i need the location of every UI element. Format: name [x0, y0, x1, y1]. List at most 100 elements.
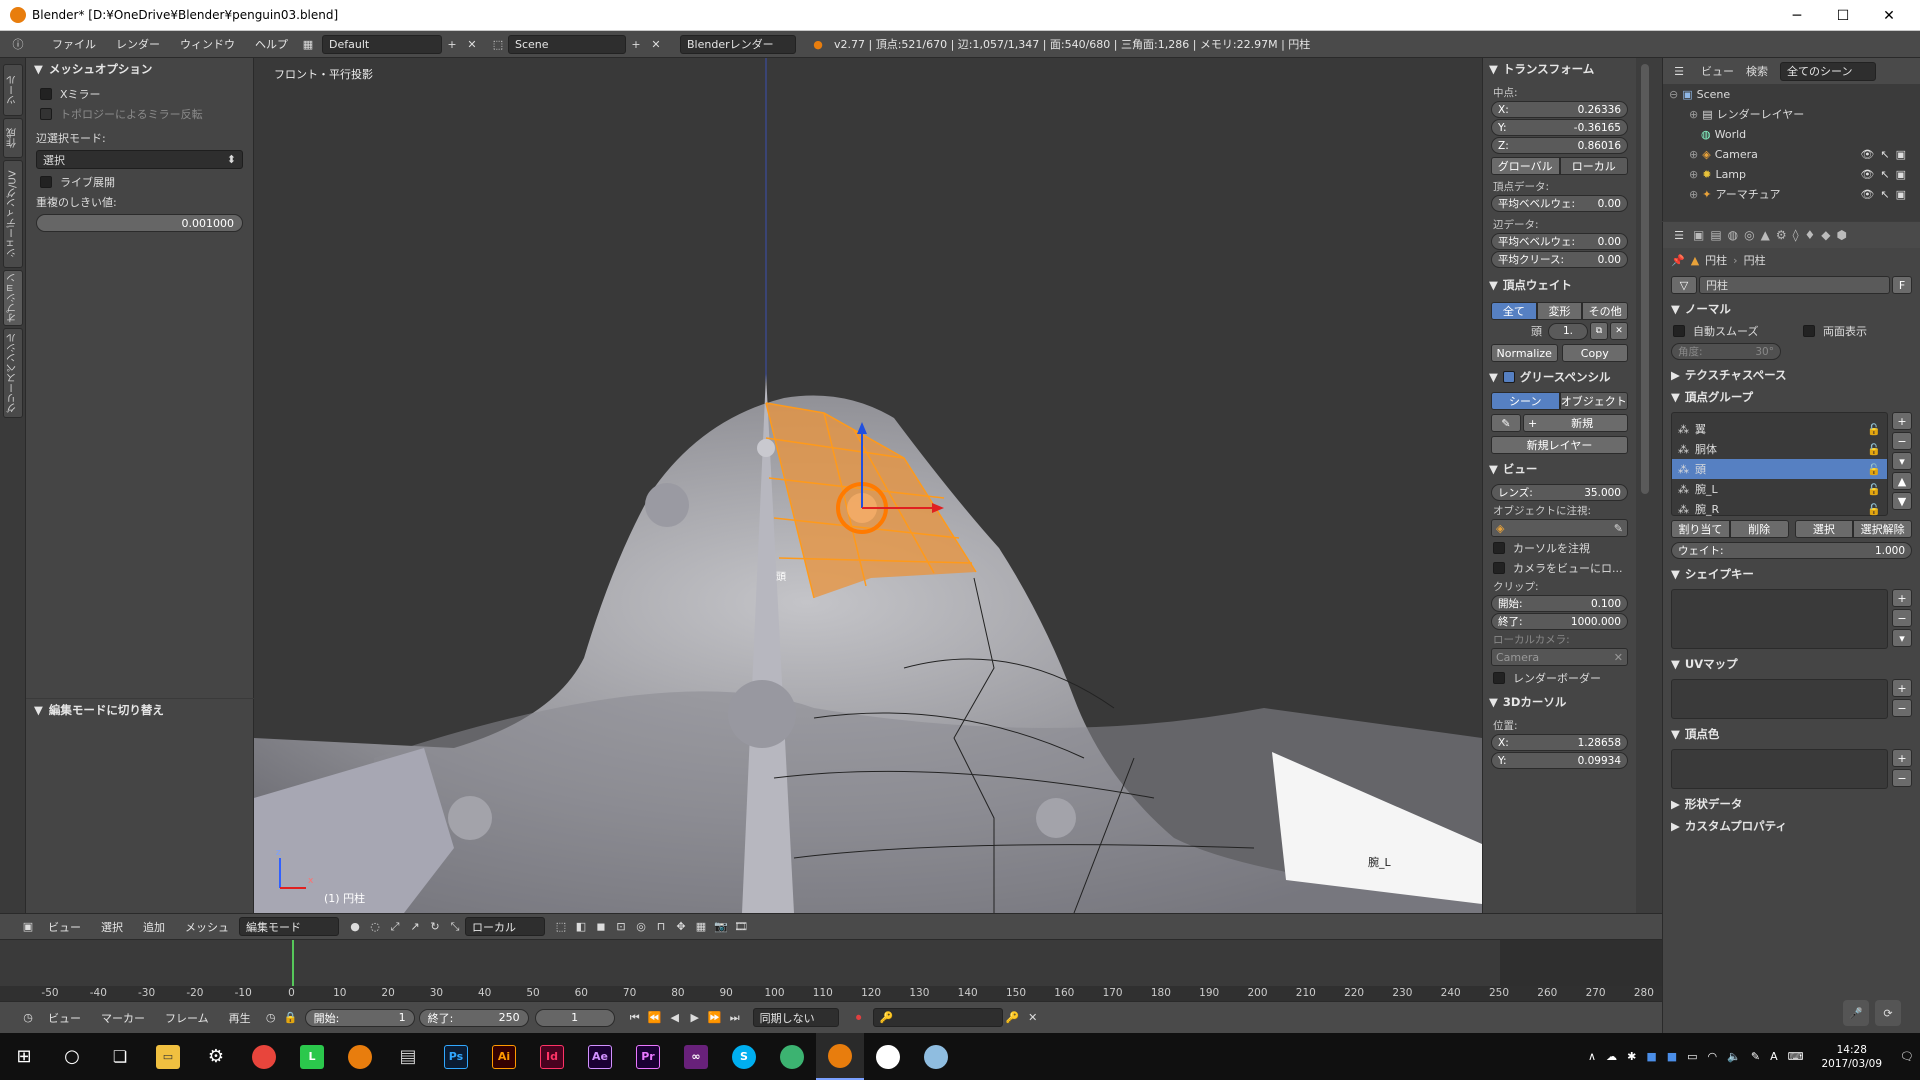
start-frame-field[interactable]: 開始: 1: [304, 1008, 415, 1027]
chrome-icon[interactable]: [240, 1033, 288, 1080]
global-button[interactable]: グローバル: [1491, 157, 1560, 175]
add-vertex-group-button[interactable]: +: [1892, 412, 1912, 430]
close-button[interactable]: ✕: [1866, 0, 1912, 31]
weights-other-tab[interactable]: その他: [1582, 302, 1629, 320]
vertex-groups-header[interactable]: ▼ 頂点グループ: [1663, 386, 1920, 408]
add-shape-key-button[interactable]: +: [1892, 589, 1912, 607]
add-menu[interactable]: 追加: [133, 919, 175, 935]
render-preview-icon[interactable]: 📷: [711, 917, 731, 936]
globe-app-icon[interactable]: [768, 1033, 816, 1080]
shape-keys-list[interactable]: [1671, 589, 1888, 649]
maximize-button[interactable]: ☐: [1820, 0, 1866, 31]
delete-keyframe-icon[interactable]: ✕: [1023, 1008, 1043, 1027]
weight-copy-icon[interactable]: ⧉: [1590, 322, 1608, 340]
lock-object-field[interactable]: ◈ ✎: [1491, 519, 1628, 537]
preview-range-icon[interactable]: ◷: [261, 1008, 281, 1027]
sync-dropdown[interactable]: 同期しない: [752, 1008, 839, 1027]
grease-pencil-header[interactable]: ▼ グリースペンシル: [1483, 366, 1636, 388]
weight-delete-icon[interactable]: ✕: [1610, 322, 1628, 340]
mode-dropdown[interactable]: 編集モード: [239, 917, 339, 936]
tray-app-icon[interactable]: ■: [1667, 1050, 1677, 1063]
outliner-filter-dropdown[interactable]: 全てのシーン: [1780, 61, 1876, 81]
geometry-data-header[interactable]: ▶ 形状データ: [1663, 793, 1920, 815]
grease-scene-tab[interactable]: シーン: [1491, 392, 1560, 410]
outliner-row-scene[interactable]: ⊖ ▣ Scene: [1663, 84, 1920, 104]
move-down-button[interactable]: ▼: [1892, 492, 1912, 510]
minimize-button[interactable]: ─: [1774, 0, 1820, 31]
screen-layout-dropdown[interactable]: Default: [322, 34, 442, 54]
after-effects-icon[interactable]: Ae: [576, 1033, 624, 1080]
select-menu[interactable]: 選択: [91, 919, 133, 935]
auto-smooth-checkbox[interactable]: [1673, 325, 1685, 337]
assign-button[interactable]: 割り当て: [1671, 520, 1730, 538]
search-icon[interactable]: ○: [48, 1033, 96, 1080]
vertex-weights-header[interactable]: ▼ 頂点ウェイト: [1483, 274, 1636, 296]
cursor-x-field[interactable]: X: 1.28658: [1491, 734, 1628, 751]
3d-cursor-header[interactable]: ▼ 3Dカーソル: [1483, 691, 1636, 713]
notification-center-icon[interactable]: 🗨: [1900, 1050, 1914, 1063]
last-operator-header[interactable]: ▼ 編集モードに切り替え: [26, 698, 254, 720]
lens-field[interactable]: レンズ: 35.000: [1491, 484, 1628, 501]
mesh-browse-icon[interactable]: ▽: [1671, 276, 1697, 294]
play-reverse-icon[interactable]: ◀: [665, 1008, 685, 1027]
tab-options[interactable]: オプション: [3, 270, 23, 326]
rotate-icon[interactable]: ↻: [425, 917, 445, 936]
line-app-icon[interactable]: L: [288, 1033, 336, 1080]
shading-solid-icon[interactable]: ●: [345, 917, 365, 936]
render-border-checkbox[interactable]: [1493, 672, 1505, 684]
keying-set-field[interactable]: 🔑: [872, 1008, 1003, 1027]
add-scene-icon[interactable]: +: [626, 35, 646, 54]
normals-header[interactable]: ▼ ノーマル: [1663, 298, 1920, 320]
vertex-colors-header[interactable]: ▼ 頂点色: [1663, 723, 1920, 745]
marker-menu[interactable]: マーカー: [91, 1010, 155, 1026]
edge-bevel-field[interactable]: 平均ベベルウェ: 0.00: [1491, 233, 1628, 250]
illustrator-icon[interactable]: Ai: [480, 1033, 528, 1080]
clip-end-field[interactable]: 終了: 1000.000: [1491, 613, 1628, 630]
menu-file[interactable]: ファイル: [42, 36, 106, 52]
jump-end-icon[interactable]: ⏭: [725, 1008, 745, 1027]
3d-viewport[interactable]: フロント・平行投影 z x 頭 腕_L (1) 円柱: [254, 58, 1482, 913]
microphone-icon[interactable]: 🎤: [1843, 1000, 1869, 1026]
skype-icon[interactable]: S: [720, 1033, 768, 1080]
lock-range-icon[interactable]: 🔒: [281, 1008, 301, 1027]
mesh-menu[interactable]: メッシュ: [175, 919, 239, 935]
vertex-bevel-field[interactable]: 平均ベベルウェ: 0.00: [1491, 195, 1628, 212]
render-engine-dropdown[interactable]: Blenderレンダー: [680, 34, 796, 54]
weights-deform-tab[interactable]: 変形: [1536, 302, 1583, 320]
vertex-group-item-active[interactable]: ⁂ 頭 🔓: [1672, 459, 1887, 479]
pencil-icon[interactable]: ✎: [1491, 414, 1521, 432]
current-frame-field[interactable]: 1: [534, 1008, 615, 1027]
shape-keys-header[interactable]: ▼ シェイプキー: [1663, 563, 1920, 585]
tab-tools[interactable]: ツール: [3, 64, 23, 116]
orientation-dropdown[interactable]: ローカル: [465, 917, 545, 936]
photoshop-icon[interactable]: Ps: [432, 1033, 480, 1080]
vertex-colors-list[interactable]: [1671, 749, 1888, 789]
premiere-icon[interactable]: Pr: [624, 1033, 672, 1080]
tray-network-icon[interactable]: ☁: [1606, 1050, 1617, 1063]
edge-select-dropdown[interactable]: 選択 ⬍: [36, 150, 243, 169]
snap-icon[interactable]: ⊓: [651, 917, 671, 936]
add-screen-icon[interactable]: +: [442, 35, 462, 54]
screen-layout-icon[interactable]: ▦: [298, 35, 318, 54]
view-menu[interactable]: ビュー: [38, 919, 91, 935]
add-vertex-color-button[interactable]: +: [1892, 749, 1912, 767]
editor-type-info-icon[interactable]: ⓘ: [8, 35, 28, 54]
blender-active-icon[interactable]: [816, 1033, 864, 1080]
vertex-group-item[interactable]: ⁂ 翼 🔓: [1672, 419, 1887, 439]
editor-type-3d-icon[interactable]: ▣: [18, 917, 38, 936]
visual-studio-icon[interactable]: ∞: [672, 1033, 720, 1080]
grease-object-tab[interactable]: オブジェクト: [1559, 392, 1628, 410]
remove-button[interactable]: 削除: [1729, 520, 1789, 538]
occlude-icon[interactable]: ⊡: [611, 917, 631, 936]
local-camera-field[interactable]: Camera ✕: [1491, 648, 1628, 666]
shape-key-specials-button[interactable]: ▾: [1892, 629, 1912, 647]
vertex-group-item[interactable]: ⁂ 腕_R 🔓: [1672, 499, 1887, 519]
grease-new-button[interactable]: + 新規: [1523, 414, 1628, 432]
lock-camera-checkbox[interactable]: [1493, 562, 1505, 574]
tab-shading-uv[interactable]: シェーディング/UV: [3, 160, 23, 268]
select-button[interactable]: 選択: [1794, 520, 1854, 538]
indesign-icon[interactable]: Id: [528, 1033, 576, 1080]
refresh-icon[interactable]: ⟳: [1875, 1000, 1901, 1026]
proportional-edit-icon[interactable]: ◎: [631, 917, 651, 936]
double-sided-checkbox[interactable]: [1803, 325, 1815, 337]
